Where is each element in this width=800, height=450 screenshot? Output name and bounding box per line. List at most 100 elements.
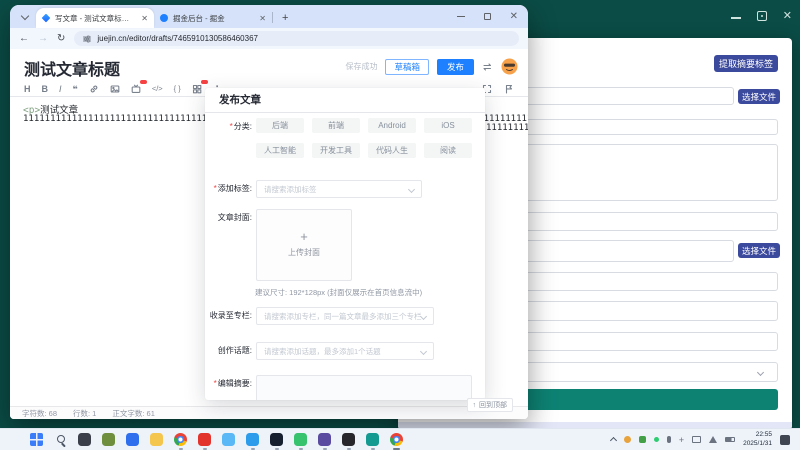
publish-button[interactable]: 发布: [437, 59, 474, 75]
summary-row: *编辑摘要:: [209, 375, 472, 400]
maximize-icon[interactable]: [484, 13, 491, 20]
tray-date: 2025/1/31: [743, 440, 772, 448]
minimize-icon[interactable]: [457, 16, 465, 18]
category-chip[interactable]: iOS: [424, 118, 472, 133]
taskbar-steam[interactable]: [270, 433, 283, 446]
line-count: 行数: 1: [73, 408, 96, 419]
category-chip[interactable]: 阅读: [424, 143, 472, 158]
sync-icon[interactable]: [482, 62, 493, 72]
publish-panel-title: 发布文章: [205, 88, 485, 113]
tray-status-dot-icon[interactable]: [654, 437, 659, 442]
microphone-icon[interactable]: [667, 436, 671, 443]
tab-admin[interactable]: 掘金后台 - 掘金 ✕: [154, 8, 272, 28]
taskbar-file-explorer[interactable]: [150, 433, 163, 446]
image-icon[interactable]: [110, 84, 120, 94]
url-text: juejin.cn/editor/drafts/7465910130586460…: [97, 34, 258, 43]
cover-upload-box[interactable]: + 上传封面: [256, 209, 352, 281]
clock[interactable]: 22:55 2025/1/31: [743, 431, 772, 448]
upload-cover-label: 上传封面: [288, 247, 320, 258]
tab-editor[interactable]: 写文章 - 测试文章标题 - 掘金 ✕: [36, 8, 154, 28]
close-icon[interactable]: ✕: [510, 13, 518, 21]
tab-close-icon[interactable]: ✕: [141, 14, 148, 23]
category-chip[interactable]: 开发工具: [312, 143, 360, 158]
tags-placeholder: 请搜索添加标签: [264, 184, 317, 195]
forward-icon[interactable]: →: [38, 33, 48, 44]
back-to-top-button[interactable]: ↑ 回到顶部: [467, 398, 514, 412]
taskbar-toolbox[interactable]: [102, 433, 115, 446]
plus-icon: +: [300, 232, 308, 242]
tray-plus-icon[interactable]: +: [679, 436, 684, 444]
chevron-down-icon: [757, 369, 764, 376]
address-bar[interactable]: juejin.cn/editor/drafts/7465910130586460…: [74, 31, 519, 46]
minimize-icon[interactable]: [731, 17, 741, 19]
monitor-icon[interactable]: [692, 436, 701, 443]
taskbar-app-blue[interactable]: [222, 433, 235, 446]
taskbar-task-view[interactable]: [78, 433, 91, 446]
category-chip[interactable]: Android: [368, 118, 416, 133]
taskbar-vscode[interactable]: [246, 433, 259, 446]
category-label: 分类:: [234, 122, 252, 131]
close-icon[interactable]: ✕: [783, 11, 792, 21]
tags-select[interactable]: 请搜索添加标签: [256, 180, 422, 198]
taskbar-chrome[interactable]: [174, 433, 187, 446]
category-chip[interactable]: 代码人生: [368, 143, 416, 158]
taskbar-icons: [0, 433, 403, 446]
cover-hint: 建议尺寸: 192*128px (封面仅展示在首页信息流中): [255, 287, 422, 298]
taskbar-search[interactable]: [54, 433, 67, 446]
drafts-button[interactable]: 草稿箱: [385, 59, 429, 75]
editor-status-bar: 字符数: 68 行数: 1 正文字数: 61: [10, 406, 528, 419]
sticker-icon[interactable]: [131, 84, 141, 94]
arrow-up-icon: ↑: [473, 402, 477, 409]
heading-icon[interactable]: H: [24, 84, 31, 94]
topic-select[interactable]: 请搜索添加话题，最多添加1个话题: [256, 342, 434, 360]
tab-close-icon[interactable]: ✕: [259, 14, 266, 23]
code-block-icon[interactable]: { }: [174, 84, 181, 94]
new-tab-button[interactable]: +: [282, 12, 288, 24]
juejin-favicon: [42, 14, 51, 23]
category-chip[interactable]: 后端: [256, 118, 304, 133]
tab-search-chevron-icon[interactable]: [21, 12, 29, 20]
link-icon[interactable]: [89, 84, 99, 94]
extract-summary-button[interactable]: 提取摘要标签: [714, 55, 778, 72]
category-chip[interactable]: 前端: [312, 118, 360, 133]
tray-app-orange-icon[interactable]: [624, 436, 631, 443]
topic-row: 创作话题: 请搜索添加话题，最多添加1个话题: [209, 342, 434, 360]
collection-select[interactable]: 请搜索添加专栏，同一篇文章最多添加三个专栏: [256, 307, 434, 325]
taskbar-app-green[interactable]: [294, 433, 307, 446]
tray-time: 22:55: [743, 431, 772, 439]
save-status: 保存成功: [345, 61, 377, 72]
inline-code-icon[interactable]: </>: [152, 84, 163, 94]
taskbar-app-dark[interactable]: [342, 433, 355, 446]
back-icon[interactable]: ←: [19, 33, 29, 44]
taskbar-app-purple[interactable]: [318, 433, 331, 446]
collection-label: 收录至专栏:: [209, 307, 252, 325]
avatar[interactable]: [501, 58, 518, 75]
article-title-input[interactable]: 测试文章标题: [24, 56, 120, 80]
new-badge: [201, 80, 208, 84]
tab-title: 掘金后台 - 掘金: [173, 13, 254, 24]
bold-icon[interactable]: B: [42, 84, 49, 94]
taskbar-app-check[interactable]: [126, 433, 139, 446]
quote-icon[interactable]: ❝: [73, 84, 78, 94]
feedback-flag-icon[interactable]: [504, 84, 514, 94]
tray-app-green-icon[interactable]: [639, 436, 646, 443]
taskbar-netease-music[interactable]: [198, 433, 211, 446]
choose-file-button[interactable]: 选择文件: [738, 243, 780, 258]
taskbar-start[interactable]: [30, 433, 43, 446]
summary-textarea[interactable]: [256, 375, 472, 400]
category-chips: 后端前端 Android iOS 人工智能开发工具代码人生阅读: [256, 118, 474, 158]
emoji-grid-icon[interactable]: [192, 84, 202, 94]
reload-icon[interactable]: ↻: [57, 33, 65, 44]
category-chip[interactable]: 人工智能: [256, 143, 304, 158]
preview-text-fragment: 111111111: [486, 123, 528, 133]
battery-icon[interactable]: [725, 437, 735, 442]
capture-icon[interactable]: [757, 11, 767, 21]
taskbar-chrome-profile[interactable]: [390, 433, 403, 446]
tray-expand-icon[interactable]: [610, 437, 617, 444]
browser-window: 写文章 - 测试文章标题 - 掘金 ✕ 掘金后台 - 掘金 ✕ + ✕ ← → …: [10, 5, 528, 419]
notification-badge[interactable]: [780, 435, 790, 445]
wifi-icon[interactable]: [709, 436, 717, 443]
taskbar-app-teal[interactable]: [366, 433, 379, 446]
italic-icon[interactable]: I: [59, 84, 62, 94]
choose-file-button[interactable]: 选择文件: [738, 89, 780, 104]
